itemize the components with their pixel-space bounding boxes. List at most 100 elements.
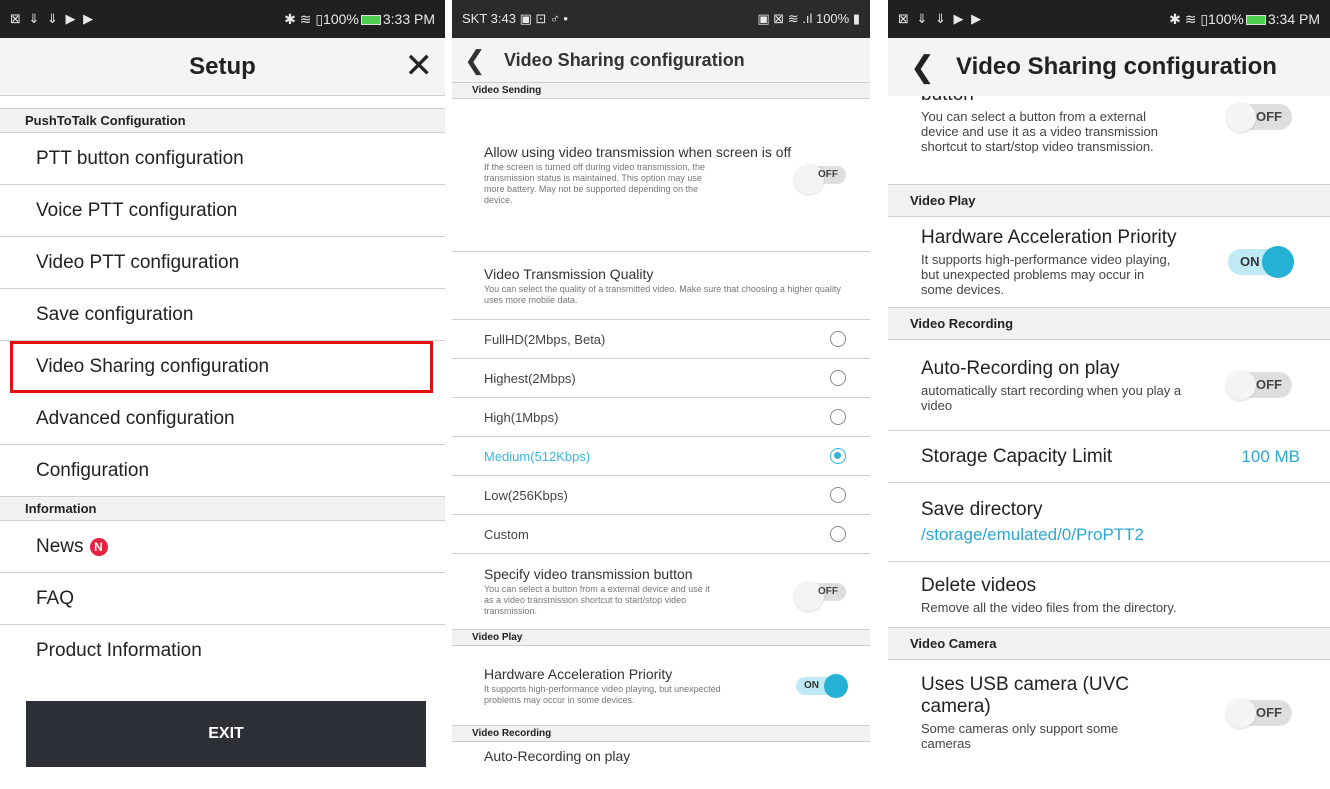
directory-path: /storage/emulated/0/ProPTT2 <box>921 525 1145 544</box>
setting-description: You can select a button from a external … <box>921 109 1159 154</box>
radio-icon <box>830 487 846 503</box>
setting-specify-button[interactable]: button You can select a button from a ex… <box>888 96 1330 185</box>
section-header-video-sending: Video Sending <box>452 83 870 99</box>
setting-description: Remove all the video files from the dire… <box>921 599 1177 615</box>
toggle-switch[interactable]: OFF <box>794 164 846 194</box>
news-label: News <box>36 535 84 557</box>
clock: 3:33 PM <box>382 10 435 27</box>
system-icons: ✱ ≋ ▯100% <box>284 10 359 27</box>
radio-option[interactable]: Custom <box>452 515 870 554</box>
setting-title: Storage Capacity Limit <box>921 445 1113 467</box>
toggle-knob <box>1262 246 1294 278</box>
setting-title: Hardware Acceleration Priority <box>921 227 1177 248</box>
status-bar: ⊠ ⇓ ⇓ ▶ ▶ ✱ ≋ ▯100% 3:34 PM <box>888 0 1330 38</box>
page-title: Video Sharing configuration <box>504 49 745 70</box>
radio-option-selected[interactable]: Medium(512Kbps) <box>452 437 870 476</box>
new-badge: N <box>89 537 108 556</box>
radio-option[interactable]: Low(256Kbps) <box>452 476 870 515</box>
setting-allow-screen-off[interactable]: Allow using video transmission when scre… <box>452 99 870 252</box>
setting-title: Allow using video transmission when scre… <box>484 144 792 160</box>
menu-item-voice-ptt[interactable]: Voice PTT configuration <box>0 185 445 237</box>
menu-item-video-sharing[interactable]: Video Sharing configuration <box>10 341 433 393</box>
status-left: SKT 3:43 ▣ ⊡ ♂ • <box>462 11 568 26</box>
video-sharing-screen-blurred: SKT 3:43 ▣ ⊡ ♂ • ▣ ⊠ ≋ .ıl 100% ▮ ❮ Vide… <box>452 0 870 789</box>
setting-auto-recording[interactable]: Auto-Recording on play automatically sta… <box>888 340 1330 431</box>
status-right: ▣ ⊠ ≋ .ıl 100% ▮ <box>757 11 860 26</box>
toggle-knob <box>1226 697 1256 728</box>
menu-item-ptt-button[interactable]: PTT button configuration <box>0 133 445 185</box>
app-bar: ❮ Video Sharing configuration <box>888 38 1330 96</box>
setting-title: Auto-Recording on play <box>921 357 1120 379</box>
exit-button[interactable]: EXIT <box>26 701 426 767</box>
toggle-switch[interactable]: ON <box>796 673 848 698</box>
setting-title: Hardware Acceleration Priority <box>484 665 673 682</box>
setting-hw-acceleration[interactable]: Hardware Acceleration Priority It suppor… <box>888 217 1330 308</box>
storage-limit-value: 100 MB <box>1241 446 1300 466</box>
setting-title: Save directory <box>921 499 1043 520</box>
setting-save-directory[interactable]: Save directory /storage/emulated/0/ProPT… <box>888 483 1330 562</box>
menu-item-news[interactable]: News N <box>0 521 445 573</box>
battery-icon <box>1245 14 1266 25</box>
close-icon[interactable]: ✕ <box>405 47 434 85</box>
radio-icon <box>830 409 846 425</box>
back-icon[interactable]: ❮ <box>910 50 956 85</box>
system-icons: ✱ ≋ ▯100% <box>1169 10 1244 27</box>
menu-item-advanced[interactable]: Advanced configuration <box>0 393 445 445</box>
radio-selected-icon <box>830 448 846 464</box>
setting-description: It supports high-performance video playi… <box>484 683 721 705</box>
video-sharing-screen: ⊠ ⇓ ⇓ ▶ ▶ ✱ ≋ ▯100% 3:34 PM ❮ Video Shari… <box>888 0 1330 789</box>
setting-title: Delete videos <box>921 574 1037 596</box>
app-bar: ❮ Video Sharing configuration <box>452 38 870 83</box>
section-header-video-recording: Video Recording <box>452 726 870 742</box>
radio-option[interactable]: FullHD(2Mbps, Beta) <box>452 320 870 359</box>
back-icon[interactable]: ❮ <box>464 45 504 76</box>
setup-screen: ⊠ ⇓ ⇓ ▶ ▶ ✱ ≋ ▯100% 3:33 PM Setup ✕ PushT… <box>0 0 445 789</box>
setting-title: Uses USB camera (UVC camera) <box>921 674 1129 717</box>
toggle-switch[interactable]: OFF <box>1226 370 1292 400</box>
setting-auto-recording[interactable]: Auto-Recording on play <box>452 742 870 782</box>
setting-delete-videos[interactable]: Delete videos Remove all the video files… <box>888 562 1330 628</box>
status-bar: ⊠ ⇓ ⇓ ▶ ▶ ✱ ≋ ▯100% 3:33 PM <box>0 0 445 38</box>
toggle-knob <box>1226 102 1256 132</box>
section-header-video-play: Video Play <box>452 630 870 646</box>
notification-icons: ⊠ ⇓ ⇓ ▶ ▶ <box>10 11 96 26</box>
clock: 3:34 PM <box>1267 10 1320 27</box>
setting-description: It supports high-performance video playi… <box>921 252 1171 297</box>
toggle-switch[interactable]: ON <box>1228 246 1294 278</box>
setting-description: If the screen is turned off during video… <box>484 162 705 205</box>
setting-description: automatically start recording when you p… <box>921 382 1182 413</box>
menu-item-save[interactable]: Save configuration <box>0 289 445 341</box>
setting-title: Video Transmission Quality <box>484 265 654 282</box>
setting-storage-limit[interactable]: Storage Capacity Limit 100 MB <box>888 431 1330 483</box>
setting-description: You can select the quality of a transmit… <box>484 283 841 305</box>
radio-option[interactable]: High(1Mbps) <box>452 398 870 437</box>
section-header-video-play: Video Play <box>888 185 1330 217</box>
toggle-switch[interactable]: OFF <box>1226 102 1292 132</box>
section-header-information: Information <box>0 497 445 521</box>
radio-icon <box>830 526 846 542</box>
radio-icon <box>830 370 846 386</box>
setting-usb-camera[interactable]: Uses USB camera (UVC camera) Some camera… <box>888 660 1330 765</box>
toggle-knob <box>824 673 848 698</box>
notification-icons: ⊠ ⇓ ⇓ ▶ ▶ <box>898 11 984 26</box>
section-header-video-recording: Video Recording <box>888 308 1330 340</box>
setting-hw-acceleration[interactable]: Hardware Acceleration Priority It suppor… <box>452 646 870 726</box>
setting-title: Auto-Recording on play <box>484 748 631 764</box>
app-bar: Setup ✕ <box>0 38 445 96</box>
toggle-switch[interactable]: OFF <box>794 580 846 611</box>
toggle-switch[interactable]: OFF <box>1226 697 1292 728</box>
setting-description: Some cameras only support some cameras <box>921 721 1119 751</box>
section-header-video-camera: Video Camera <box>888 628 1330 660</box>
setting-specify-button[interactable]: Specify video transmission button You ca… <box>452 554 870 630</box>
radio-option[interactable]: Highest(2Mbps) <box>452 359 870 398</box>
radio-icon <box>830 331 846 347</box>
menu-item-video-ptt[interactable]: Video PTT configuration <box>0 237 445 289</box>
menu-item-faq[interactable]: FAQ <box>0 573 445 625</box>
setting-title-cut: button <box>921 96 1228 106</box>
menu-item-configuration[interactable]: Configuration <box>0 445 445 497</box>
setting-title: Specify video transmission button <box>484 566 693 582</box>
page-title: Video Sharing configuration <box>956 53 1277 80</box>
setting-transmission-quality: Video Transmission Quality You can selec… <box>452 252 870 320</box>
setting-description: You can select a button from a external … <box>484 584 710 616</box>
menu-item-product-info[interactable]: Product Information <box>0 625 445 677</box>
